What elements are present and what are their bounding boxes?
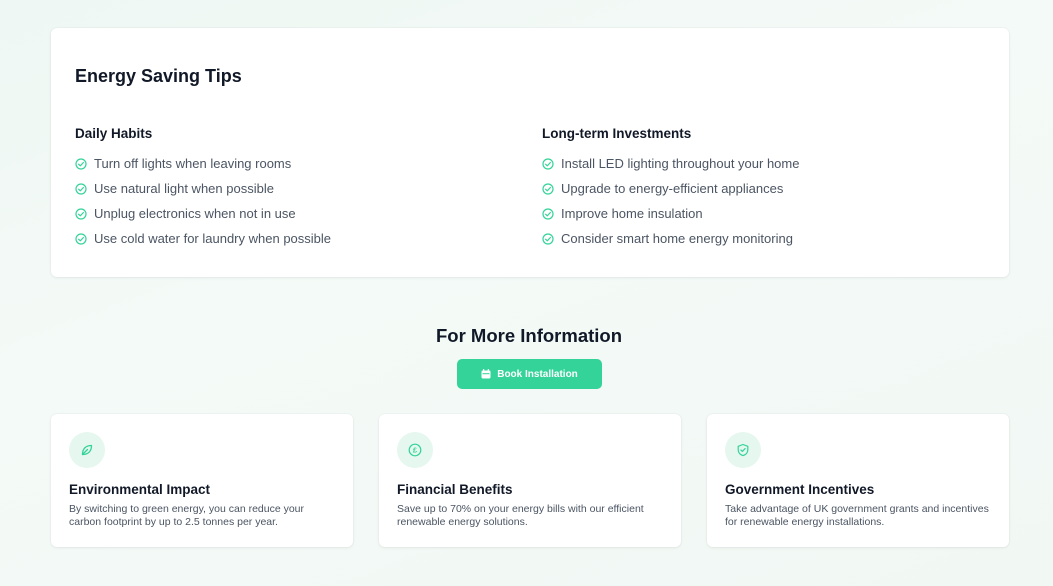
list-item: Use natural light when possible — [75, 176, 515, 201]
tip-text: Consider smart home energy monitoring — [561, 231, 793, 246]
svg-text:£: £ — [413, 446, 418, 455]
tip-text: Unplug electronics when not in use — [94, 206, 296, 221]
check-circle-icon — [75, 182, 87, 195]
tip-text: Improve home insulation — [561, 206, 703, 221]
tip-text: Upgrade to energy-efficient appliances — [561, 181, 784, 196]
check-circle-icon — [542, 157, 554, 170]
shield-check-icon — [725, 432, 761, 468]
list-item: Improve home insulation — [542, 201, 982, 226]
check-circle-icon — [542, 232, 554, 245]
list-item: Upgrade to energy-efficient appliances — [542, 176, 982, 201]
book-installation-button[interactable]: Book Installation — [457, 359, 602, 389]
tip-text: Use cold water for laundry when possible — [94, 231, 332, 246]
page: Energy Saving Tips Daily Habits Turn off… — [0, 0, 1053, 586]
feature-description: Take advantage of UK government grants a… — [725, 503, 989, 528]
pound-coin-icon: £ — [397, 432, 433, 468]
tip-text: Install LED lighting throughout your hom… — [561, 156, 800, 171]
feature-title: Environmental Impact — [69, 482, 211, 497]
feature-title: Financial Benefits — [397, 482, 513, 497]
check-circle-icon — [542, 182, 554, 195]
list-item: Install LED lighting throughout your hom… — [542, 151, 982, 176]
long-term-investments-list: Install LED lighting throughout your hom… — [542, 151, 982, 251]
long-term-investments-title: Long-term Investments — [542, 126, 692, 141]
check-circle-icon — [75, 157, 87, 170]
daily-habits-title: Daily Habits — [75, 126, 153, 141]
tip-text: Turn off lights when leaving rooms — [94, 156, 292, 171]
energy-tips-card: Energy Saving Tips Daily Habits Turn off… — [51, 28, 1009, 277]
daily-habits-list: Turn off lights when leaving rooms Use n… — [75, 151, 515, 251]
tips-title: Energy Saving Tips — [75, 66, 242, 86]
feature-description: Save up to 70% on your energy bills with… — [397, 503, 644, 528]
tip-text: Use natural light when possible — [94, 181, 274, 196]
feature-card-financial: £ Financial Benefits Save up to 70% on y… — [379, 414, 681, 547]
feature-title: Government Incentives — [725, 482, 875, 497]
feature-card-government: Government Incentives Take advantage of … — [707, 414, 1009, 547]
feature-card-environmental: Environmental Impact By switching to gre… — [51, 414, 353, 547]
daily-habits-column: Daily Habits Turn off lights when leavin… — [75, 126, 515, 251]
list-item: Turn off lights when leaving rooms — [75, 151, 515, 176]
list-item: Use cold water for laundry when possible — [75, 226, 515, 251]
feature-description: By switching to green energy, you can re… — [69, 503, 305, 528]
more-info-title: For More Information — [435, 325, 623, 346]
calendar-icon — [481, 369, 491, 379]
long-term-investments-column: Long-term Investments Install LED lighti… — [542, 126, 982, 251]
list-item: Unplug electronics when not in use — [75, 201, 515, 226]
leaf-icon — [69, 432, 105, 468]
check-circle-icon — [75, 207, 87, 220]
list-item: Consider smart home energy monitoring — [542, 226, 982, 251]
check-circle-icon — [75, 232, 87, 245]
check-circle-icon — [542, 207, 554, 220]
book-installation-label: Book Installation — [497, 368, 578, 380]
